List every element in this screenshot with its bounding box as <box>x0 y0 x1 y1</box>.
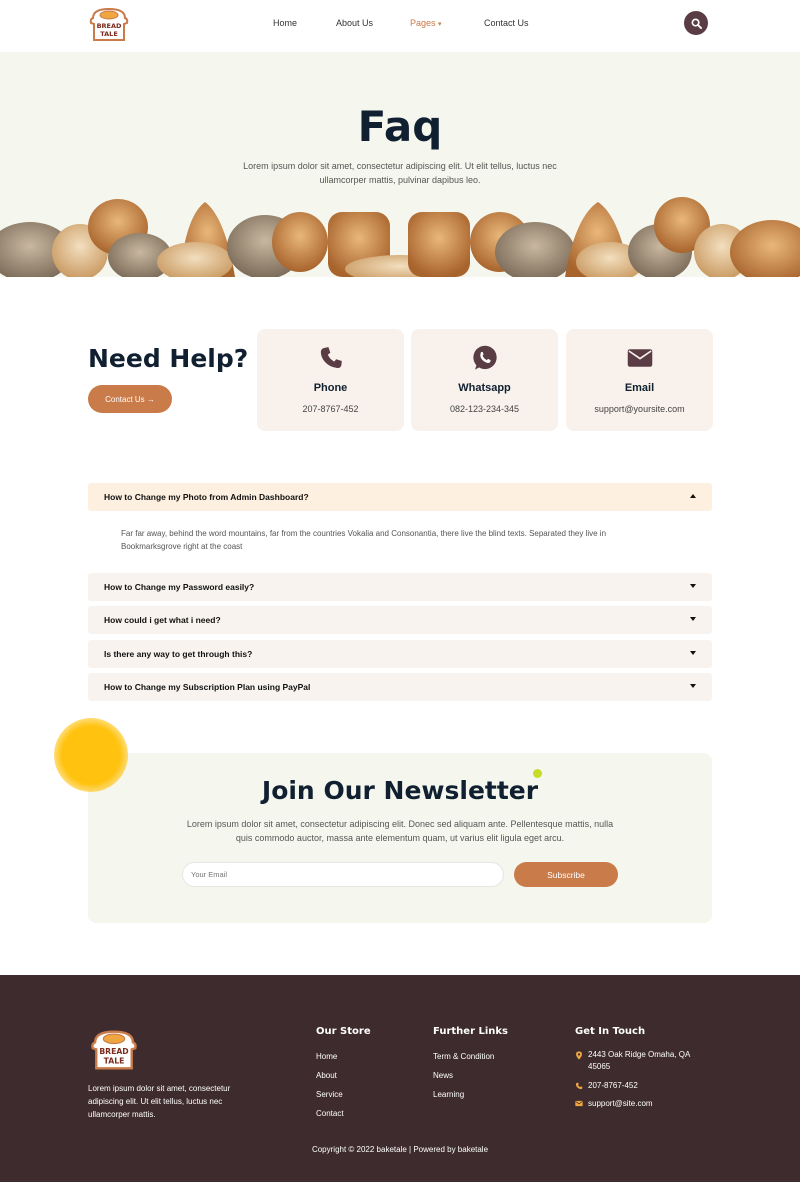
caret-down-icon <box>690 617 696 621</box>
faq-item[interactable]: How to Change my Photo from Admin Dashbo… <box>88 483 712 511</box>
faq-item[interactable]: How could i get what i need? <box>88 606 712 634</box>
card-title: Phone <box>313 382 348 394</box>
caret-down-icon <box>690 684 696 688</box>
footer-phone[interactable]: 207-8767-452 <box>575 1080 710 1092</box>
email-text: support@site.com <box>588 1099 653 1108</box>
faq-question: Is there any way to get through this? <box>104 649 253 659</box>
footer-description: Lorem ipsum dolor sit amet, consectetur … <box>88 1084 231 1119</box>
faq-item[interactable]: Is there any way to get through this? <box>88 640 712 668</box>
footer-heading-store: Our Store <box>316 1026 371 1037</box>
nav-home[interactable]: Home <box>273 18 297 28</box>
hero-subtitle: Lorem ipsum dolor sit amet, consectetur … <box>243 161 557 185</box>
page-hero: Faq Lorem ipsum dolor sit amet, consecte… <box>0 52 800 277</box>
bread-banner-image <box>0 197 800 277</box>
faq-question: How to Change my Password easily? <box>104 582 255 592</box>
nav-contact-us[interactable]: Contact Us <box>484 18 529 28</box>
help-title: Need Help? <box>88 344 249 373</box>
caret-down-icon <box>690 584 696 588</box>
phone-text: 207-8767-452 <box>588 1081 638 1090</box>
page-title: Faq <box>357 102 443 151</box>
search-icon <box>691 18 702 29</box>
faq-item[interactable]: How to Change my Password easily? <box>88 573 712 601</box>
faq-question: How could i get what i need? <box>104 615 221 625</box>
address-text: 2443 Oak Ridge Omaha, QA 45065 <box>588 1050 690 1071</box>
nav-pages[interactable]: Pages ▾ <box>410 18 442 28</box>
card-title: Whatsapp <box>458 382 511 394</box>
faq-question: How to Change my Photo from Admin Dashbo… <box>104 492 309 502</box>
bread-tale-logo[interactable]: BREAD TALE <box>87 6 131 43</box>
footer-link-news[interactable]: News <box>433 1071 453 1080</box>
footer-link-home[interactable]: Home <box>316 1052 337 1061</box>
phone-card[interactable]: Phone 207-8767-452 <box>257 329 404 431</box>
envelope-icon <box>627 349 652 367</box>
phone-icon <box>575 1082 583 1090</box>
newsletter-subtitle: Lorem ipsum dolor sit amet, consectetur … <box>186 819 614 843</box>
footer-link-about[interactable]: About <box>316 1071 337 1080</box>
footer-heading-contact: Get In Touch <box>575 1026 646 1037</box>
nav-about-us[interactable]: About Us <box>336 18 373 28</box>
logo-text-top: BREAD <box>99 1047 128 1056</box>
card-value: support@yoursite.com <box>594 404 685 414</box>
whatsapp-card[interactable]: Whatsapp 082-123-234-345 <box>411 329 558 431</box>
footer-address: 2443 Oak Ridge Omaha, QA 45065 <box>575 1049 710 1073</box>
phone-icon <box>320 347 342 369</box>
footer-link-learning[interactable]: Learning <box>433 1090 464 1099</box>
card-title: Email <box>624 382 655 394</box>
email-input[interactable] <box>182 862 504 887</box>
footer-logo[interactable]: BREAD TALE <box>88 1027 140 1073</box>
footer-link-service[interactable]: Service <box>316 1090 343 1099</box>
search-button[interactable] <box>684 11 708 35</box>
chevron-down-icon: ▾ <box>438 21 442 28</box>
subscribe-button[interactable]: Subscribe <box>514 862 618 887</box>
faq-answer: Far far away, behind the word mountains,… <box>121 529 607 551</box>
site-header: BREAD TALE Home About Us Pages ▾ Contact… <box>0 0 800 52</box>
envelope-icon <box>575 1100 583 1107</box>
caret-up-icon <box>690 494 696 498</box>
newsletter-title: Join Our Newsletter <box>261 776 539 805</box>
logo-text-bottom: TALE <box>100 30 118 38</box>
nav-pages-label: Pages <box>410 18 436 28</box>
card-value: 207-8767-452 <box>302 404 359 414</box>
logo-text-top: BREAD <box>97 22 122 30</box>
faq-question: How to Change my Subscription Plan using… <box>104 682 311 692</box>
copyright: Copyright © 2022 baketale | Powered by b… <box>311 1145 489 1154</box>
logo-text-bottom: TALE <box>104 1057 125 1066</box>
footer-link-contact[interactable]: Contact <box>316 1109 344 1118</box>
contact-us-button[interactable]: Contact Us → <box>88 385 172 413</box>
footer-email[interactable]: support@site.com <box>575 1098 710 1110</box>
card-value: 082-123-234-345 <box>449 404 520 414</box>
site-footer: BREAD TALE Lorem ipsum dolor sit amet, c… <box>0 975 800 1182</box>
footer-heading-further: Further Links <box>433 1026 508 1037</box>
whatsapp-icon <box>472 345 497 370</box>
email-card[interactable]: Email support@yoursite.com <box>566 329 713 431</box>
map-pin-icon <box>576 1051 582 1060</box>
caret-down-icon <box>690 651 696 655</box>
footer-link-terms[interactable]: Term & Condition <box>433 1052 494 1061</box>
faq-item[interactable]: How to Change my Subscription Plan using… <box>88 673 712 701</box>
